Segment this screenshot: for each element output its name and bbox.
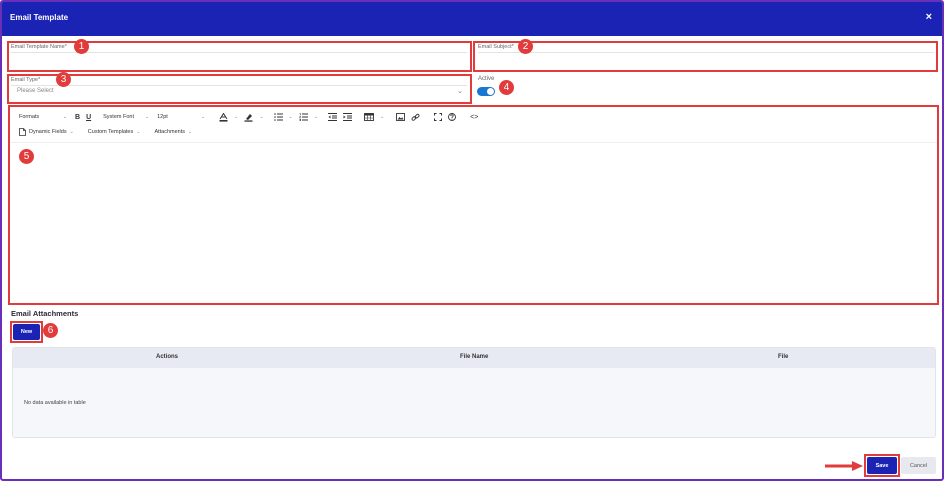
annotation-badge-1: 1 bbox=[74, 39, 89, 54]
attachments-section-title: Email Attachments bbox=[11, 309, 79, 318]
indent-icon[interactable] bbox=[342, 113, 352, 121]
email-type-underline bbox=[11, 85, 467, 86]
arrow-annotation-icon bbox=[825, 461, 863, 471]
chevron-down-icon: ⌄ bbox=[69, 129, 74, 135]
formats-label: Formats bbox=[19, 114, 40, 120]
link-icon[interactable] bbox=[411, 113, 420, 122]
subject-field: Email Subject* bbox=[476, 42, 936, 70]
chevron-down-icon: ⌄ bbox=[188, 129, 193, 135]
chevron-down-icon[interactable]: ⌄ bbox=[289, 114, 293, 120]
chevron-down-icon: ⌄ bbox=[62, 114, 67, 120]
email-type-select[interactable]: Please Select bbox=[17, 88, 54, 94]
annotation-badge-3: 3 bbox=[56, 72, 71, 87]
font-size-label: 12pt bbox=[157, 114, 168, 120]
column-header-file-name[interactable]: File Name bbox=[460, 354, 488, 360]
active-toggle[interactable] bbox=[477, 87, 495, 96]
chevron-down-icon[interactable]: ⌄ bbox=[314, 114, 318, 120]
cancel-button[interactable]: Cancel bbox=[901, 457, 936, 474]
custom-templates-label: Custom Templates bbox=[87, 129, 134, 135]
dynamic-fields-label: Dynamic Fields bbox=[29, 129, 67, 135]
email-template-modal: Email Template × Email Template Name* 1 … bbox=[0, 0, 944, 481]
annotation-badge-6: 6 bbox=[43, 323, 58, 338]
help-icon[interactable] bbox=[448, 113, 457, 121]
column-header-file[interactable]: File bbox=[778, 354, 788, 360]
annotation-badge-4: 4 bbox=[499, 80, 514, 95]
font-family-dropdown[interactable]: System Font ⌄ bbox=[103, 114, 149, 120]
chevron-down-icon: ⌄ bbox=[144, 114, 150, 120]
chevron-down-icon[interactable]: ⌄ bbox=[380, 114, 384, 120]
email-type-label: Email Type* bbox=[11, 77, 41, 83]
underline-icon[interactable]: U bbox=[86, 114, 91, 121]
chevron-down-icon: ⌄ bbox=[136, 129, 141, 135]
template-name-input[interactable] bbox=[11, 53, 467, 65]
text-color-icon[interactable] bbox=[219, 112, 228, 122]
editor-content-area[interactable] bbox=[11, 144, 937, 303]
email-type-field: Email Type* Please Select ⌄ bbox=[9, 75, 469, 102]
font-family-label: System Font bbox=[103, 114, 134, 120]
chevron-down-icon[interactable]: ⌄ bbox=[259, 114, 263, 120]
chevron-down-icon[interactable]: ⌄ bbox=[457, 87, 463, 95]
table-body: No data available in table bbox=[13, 368, 935, 437]
image-icon[interactable] bbox=[396, 113, 406, 121]
table-icon[interactable] bbox=[363, 113, 374, 121]
new-attachment-button[interactable]: New bbox=[13, 324, 40, 340]
rich-text-editor: Formats ⌄ B U System Font ⌄ 12pt ⌄ ⌄ ⌄ ⌄ ⌄ … bbox=[11, 108, 937, 303]
active-label: Active bbox=[478, 76, 495, 82]
save-button[interactable]: Save bbox=[867, 457, 897, 474]
modal-header: Email Template × bbox=[2, 2, 942, 36]
font-size-dropdown[interactable]: 12pt ⌄ bbox=[157, 114, 205, 120]
bullet-list-icon[interactable] bbox=[273, 113, 283, 121]
attachments-dropdown[interactable]: Attachments ⌄ bbox=[154, 129, 192, 135]
highlight-icon[interactable] bbox=[244, 113, 253, 122]
chevron-down-icon: ⌄ bbox=[200, 114, 206, 120]
table-header: Actions File Name File bbox=[13, 348, 935, 368]
formats-dropdown[interactable]: Formats ⌄ bbox=[19, 114, 67, 120]
dynamic-fields-dropdown[interactable]: Dynamic Fields ⌄ bbox=[29, 129, 74, 135]
subject-input[interactable] bbox=[478, 53, 934, 65]
document-icon bbox=[19, 128, 26, 136]
template-name-label: Email Template Name* bbox=[11, 44, 67, 50]
attachments-label: Attachments bbox=[154, 129, 186, 135]
outdent-icon[interactable] bbox=[327, 113, 337, 121]
bold-icon[interactable]: B bbox=[75, 114, 80, 121]
attachments-table: Actions File Name File No data available… bbox=[12, 347, 936, 438]
chevron-down-icon[interactable]: ⌄ bbox=[234, 114, 238, 120]
numbered-list-icon[interactable] bbox=[298, 113, 308, 121]
fullscreen-icon[interactable] bbox=[434, 113, 443, 121]
annotation-badge-5: 5 bbox=[19, 149, 34, 164]
modal-title: Email Template bbox=[10, 13, 69, 22]
subject-label: Email Subject* bbox=[478, 44, 514, 50]
empty-table-message: No data available in table bbox=[24, 400, 86, 406]
custom-templates-dropdown[interactable]: Custom Templates ⌄ bbox=[88, 129, 141, 135]
source-code-icon[interactable]: <> bbox=[470, 114, 478, 121]
editor-toolbar-row-2: Dynamic Fields ⌄ Custom Templates ⌄ Attach… bbox=[19, 126, 200, 138]
subject-underline bbox=[478, 52, 934, 53]
column-header-actions[interactable]: Actions bbox=[156, 354, 178, 360]
editor-toolbar-row-1: Formats ⌄ B U System Font ⌄ 12pt ⌄ ⌄ ⌄ ⌄ ⌄ … bbox=[19, 111, 484, 123]
toggle-knob bbox=[487, 88, 494, 95]
annotation-badge-2: 2 bbox=[518, 39, 533, 54]
close-icon[interactable]: × bbox=[926, 11, 932, 23]
toolbar-divider bbox=[11, 142, 937, 143]
